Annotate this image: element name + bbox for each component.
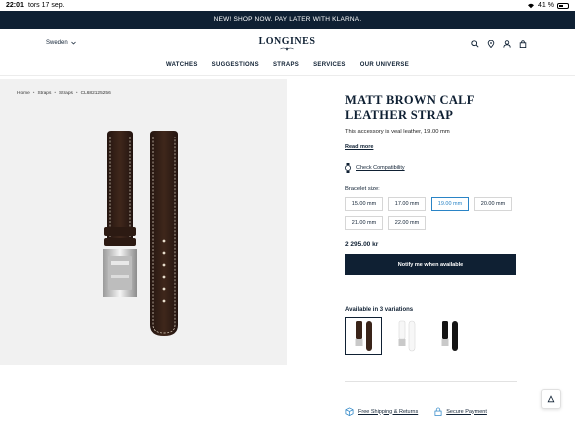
- secure-payment-link[interactable]: Secure Payment: [434, 407, 487, 416]
- size-option-20[interactable]: 20.00 mm: [474, 197, 512, 211]
- check-compatibility-link[interactable]: Check Compatibility: [345, 163, 520, 173]
- nav-our-universe[interactable]: OUR UNIVERSE: [360, 62, 409, 68]
- service-features: Free Shipping & Returns Secure Payment: [345, 407, 487, 416]
- country-selector[interactable]: Sweden: [46, 40, 76, 46]
- chevron-down-icon: [70, 41, 76, 45]
- strap-thumbnail-black: [441, 321, 458, 351]
- free-shipping-label: Free Shipping & Returns: [358, 408, 419, 415]
- variation-white[interactable]: [388, 317, 425, 355]
- secure-payment-label: Secure Payment: [446, 408, 487, 415]
- strap-thumbnail-brown: [355, 321, 372, 351]
- strap-thumbnail-white: [398, 320, 415, 352]
- location-pin-icon[interactable]: [487, 40, 495, 48]
- logo-wordmark: LONGINES: [258, 36, 316, 47]
- box-icon: [345, 407, 354, 416]
- watch-icon: [345, 163, 351, 173]
- promo-banner[interactable]: NEW! SHOP NOW. PAY LATER WITH KLARNA.: [0, 11, 575, 29]
- search-icon[interactable]: [471, 40, 479, 48]
- lock-icon: [434, 407, 442, 416]
- size-option-17[interactable]: 17.00 mm: [388, 197, 426, 211]
- nav-suggestions[interactable]: SUGGESTIONS: [212, 62, 259, 68]
- product-title-line2: LEATHER STRAP: [345, 108, 454, 122]
- wifi-icon: [528, 3, 535, 8]
- size-option-15[interactable]: 15.00 mm: [345, 197, 383, 211]
- size-selector: 15.00 mm 17.00 mm 19.00 mm 20.00 mm 21.0…: [345, 197, 520, 230]
- status-right: 41 %: [527, 2, 569, 9]
- nav-straps[interactable]: STRAPS: [273, 62, 299, 68]
- product-info: MATT BROWN CALF LEATHER STRAP This acces…: [345, 93, 520, 355]
- status-time: 22:01: [6, 2, 24, 9]
- breadcrumb-straps-sub[interactable]: Straps: [59, 91, 73, 96]
- breadcrumb-separator: •: [54, 91, 57, 96]
- variations-label: Available in 3 variations: [345, 307, 414, 313]
- main-nav: WATCHES SUGGESTIONS STRAPS SERVICES OUR …: [0, 62, 575, 68]
- status-date: tors 17 sep.: [28, 2, 65, 9]
- country-label: Sweden: [46, 40, 68, 46]
- scroll-to-top-button[interactable]: [541, 389, 561, 409]
- winged-hourglass-icon: [280, 47, 294, 51]
- arrow-up-icon: [547, 395, 555, 403]
- site-header: Sweden LONGINES WATCHES SUGGESTIONS STRA…: [0, 29, 575, 76]
- bracelet-size-label: Bracelet size:: [345, 186, 380, 192]
- bag-icon[interactable]: [519, 40, 527, 48]
- size-option-19[interactable]: 19.00 mm: [431, 197, 469, 211]
- free-shipping-link[interactable]: Free Shipping & Returns: [345, 407, 418, 416]
- brand-logo[interactable]: LONGINES: [257, 36, 317, 51]
- breadcrumb-separator: •: [32, 91, 35, 96]
- status-bar: 22:01 tors 17 sep. 41 %: [0, 0, 575, 11]
- variation-brown[interactable]: [345, 317, 382, 355]
- user-icon[interactable]: [503, 40, 511, 48]
- notify-me-button[interactable]: Notify me when available: [345, 254, 516, 275]
- variation-black[interactable]: [431, 317, 468, 355]
- product-description: This accessory is veal leather, 19.00 mm: [345, 129, 450, 135]
- size-option-21[interactable]: 21.00 mm: [345, 216, 383, 230]
- product-image-strap[interactable]: [95, 129, 195, 344]
- nav-watches[interactable]: WATCHES: [166, 62, 198, 68]
- product-title-line1: MATT BROWN CALF: [345, 93, 475, 107]
- breadcrumb-separator: •: [75, 91, 78, 96]
- check-compatibility-label: Check Compatibility: [356, 165, 405, 171]
- read-more-link[interactable]: Read more: [345, 144, 373, 150]
- breadcrumb-straps[interactable]: Straps: [37, 91, 51, 96]
- product-title: MATT BROWN CALF LEATHER STRAP: [345, 93, 520, 123]
- section-divider: [345, 381, 517, 382]
- breadcrumb: Home • Straps • Straps • CL682125256: [17, 91, 111, 96]
- size-option-22[interactable]: 22.00 mm: [388, 216, 426, 230]
- nav-services[interactable]: SERVICES: [313, 62, 346, 68]
- breadcrumb-current: CL682125256: [80, 91, 111, 96]
- product-image-panel: Home • Straps • Straps • CL682125256: [0, 79, 287, 365]
- battery-percent: 41 %: [538, 2, 554, 9]
- breadcrumb-home[interactable]: Home: [17, 91, 30, 96]
- variations-list: [345, 317, 520, 355]
- battery-icon: [557, 2, 569, 9]
- header-icons: [471, 40, 527, 48]
- product-price: 2 295.00 kr: [345, 241, 379, 248]
